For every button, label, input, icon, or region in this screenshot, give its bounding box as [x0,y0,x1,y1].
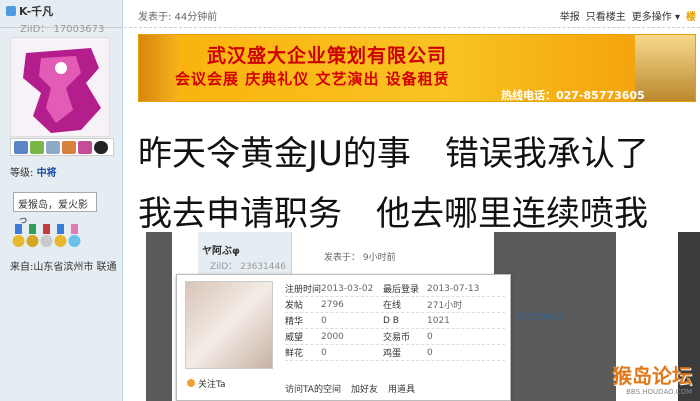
banner-hotline: 热线电话：027-85773605 [501,89,645,102]
banner-subtitle: 会议会展 庆典礼仪 文艺演出 设备租赁 [175,70,450,88]
username[interactable]: K-千凡 [6,3,116,19]
visit-space-link: 访问TA的空间 [285,385,341,395]
user-stats: 注册时间 2013-03-02 最后登录 2013-07-13 发帖 2796 在线 271… [285,281,505,361]
card-links: 访问TA的空间 加好友 用道具 [285,382,415,395]
ad-banner[interactable]: 武汉盛大企业策划有限公司 会议会展 庆典礼仪 文艺演出 设备租赁 热线电话：02… [138,34,696,102]
follow-icon [187,379,195,387]
link-fragment: 7933942/ [514,312,562,323]
user-id: ZiID： 17003673 [20,24,105,35]
qq-icon[interactable] [94,141,108,154]
banner-title: 武汉盛大企业策划有限公司 [207,45,448,67]
user-header: K-千凡 ZiID： 17003673 [0,0,122,35]
forum-watermark-url: BBS.HOUDAO.COM [626,388,692,396]
user-info-card: 关注Ta 注册时间 2013-03-02 最后登录 2013-07-13 发帖 2796… [176,274,511,401]
medal-icon[interactable] [68,224,81,250]
banner-decoration [139,35,179,101]
stat-row: 注册时间 2013-03-02 最后登录 2013-07-13 [285,281,505,297]
medal-icon[interactable] [12,224,25,250]
user-sidebar: K-千凡 ZiID： 17003673 等级: 中将 爱猴岛，爱火影っ 来自:山… [0,0,123,401]
stat-row: 威望 2000 交易币 0 [285,329,505,345]
user-level: 等级: 中将 [10,168,57,179]
user-tools [10,138,114,156]
post-time: 发表于: 44分钟前 [138,12,218,23]
message-icon[interactable] [14,141,28,154]
level-value[interactable]: 中将 [37,168,57,179]
medals [12,224,81,250]
forum-watermark: 猴岛论坛 [612,364,692,388]
more-actions-menu[interactable]: 更多操作 ▾ [632,8,680,23]
avatar-image [11,38,109,136]
screenshot-user-id: ZiID： 23631446 [210,262,286,272]
report-link[interactable]: 举报 [560,8,580,23]
post-main: 发表于: 44分钟前 举报 只看楼主 更多操作 ▾ 楼 武汉盛大企业策划有限公司… [124,0,700,401]
space-icon[interactable] [62,141,76,154]
stat-row: 精华 0 D B 1021 [285,313,505,329]
add-friend-link: 加好友 [350,385,378,395]
group-icon[interactable] [78,141,92,154]
post-header: 发表于: 44分钟前 举报 只看楼主 更多操作 ▾ 楼 [124,0,700,28]
medal-icon[interactable] [54,224,67,250]
user-location: 来自:山东省滨州市 联通 [10,262,117,273]
add-friend-icon[interactable] [30,141,44,154]
stat-row: 发帖 2796 在线 271小时 [285,297,505,313]
screenshot-username: ヤ阿ぶφ [202,246,240,257]
use-item-link: 用道具 [387,385,415,395]
avatar[interactable] [10,37,110,137]
post-text-line: 昨天令黄金JU的事 错误我承认了 [138,134,649,174]
only-author-link[interactable]: 只看楼主 [586,8,626,23]
user-tags: 爱猴岛，爱火影っ [13,192,97,226]
medal-icon[interactable] [40,224,53,250]
screenshot-post-time: 发表于： 9小时前 [324,253,396,263]
profile-icon[interactable] [46,141,60,154]
floor-label: 楼 [686,12,696,23]
post-actions: 举报 只看楼主 更多操作 ▾ 楼 [560,8,696,23]
stat-row: 鲜花 0 鸡蛋 0 [285,345,505,361]
post-text-line: 我去申请职务 他去哪里连续喷我 [138,194,648,234]
follow-link: 关注Ta [187,377,226,390]
online-icon [6,6,16,16]
medal-icon[interactable] [26,224,39,250]
user-photo [185,281,273,369]
